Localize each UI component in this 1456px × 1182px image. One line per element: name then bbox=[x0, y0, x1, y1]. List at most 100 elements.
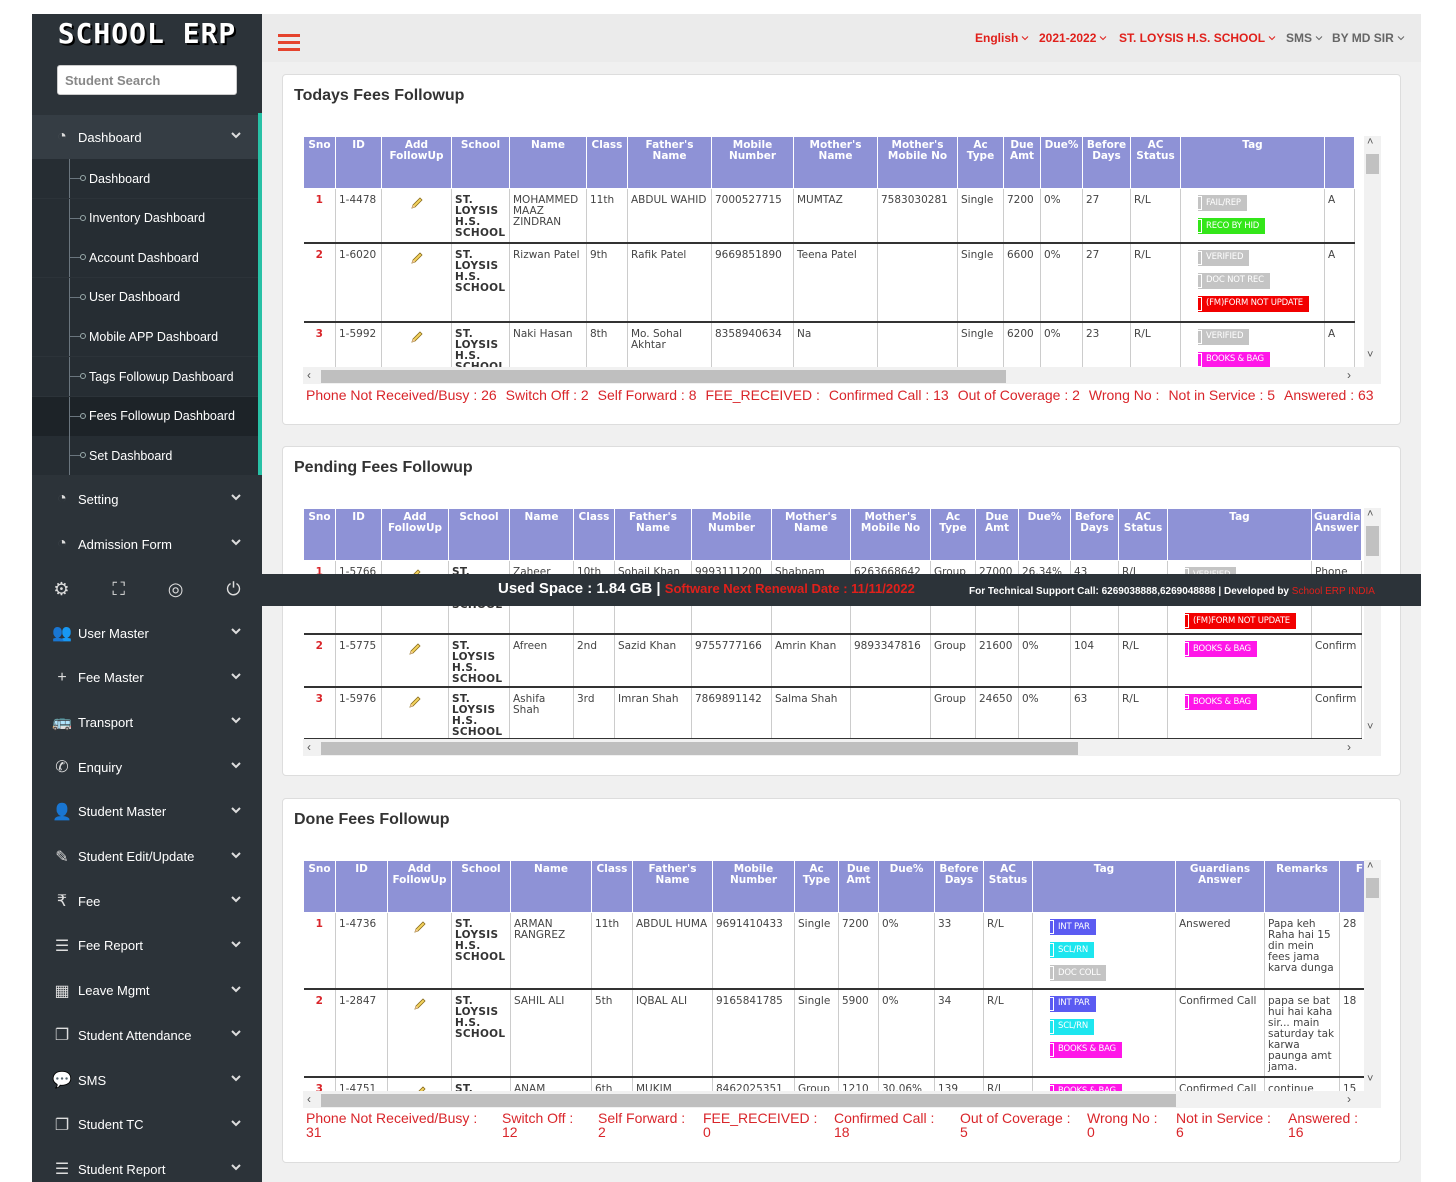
column-header[interactable]: Name bbox=[509, 508, 574, 561]
column-header[interactable]: AC Status bbox=[1130, 136, 1181, 189]
nav-leave-mgmt[interactable]: ▦ Leave Mgmt bbox=[32, 969, 262, 1013]
column-header[interactable]: Mother's Mobile No bbox=[877, 136, 958, 189]
column-header[interactable]: Due% bbox=[878, 860, 935, 913]
sidebar-sub-mobile-app-dashboard[interactable]: Mobile APP Dashboard bbox=[32, 317, 262, 357]
column-header[interactable]: AC Status bbox=[983, 860, 1033, 913]
column-header[interactable]: ID bbox=[335, 136, 382, 189]
fullscreen-icon[interactable]: ⛶ bbox=[112, 579, 125, 600]
add-followup-cell[interactable] bbox=[381, 321, 452, 367]
edit-pencil-icon[interactable] bbox=[407, 694, 423, 710]
hamburger-menu-icon[interactable] bbox=[278, 34, 300, 51]
edit-pencil-icon[interactable] bbox=[409, 250, 425, 266]
column-header[interactable]: Father's Name bbox=[627, 136, 712, 189]
nav-student-master[interactable]: 👤 Student Master bbox=[32, 790, 262, 834]
column-header[interactable]: Tag bbox=[1167, 508, 1312, 561]
column-header[interactable]: School bbox=[448, 508, 510, 561]
column-header[interactable]: Name bbox=[509, 136, 587, 189]
add-followup-cell[interactable] bbox=[381, 687, 449, 739]
nav-student-report[interactable]: ☰ Student Report bbox=[32, 1147, 262, 1182]
column-header[interactable] bbox=[1324, 136, 1355, 189]
nav-dashboard[interactable]: ◔ Dashboard bbox=[32, 115, 262, 159]
nav-transport[interactable]: 🚌 Transport bbox=[32, 700, 262, 744]
column-header[interactable]: Father's Name bbox=[632, 860, 713, 913]
sidebar-sub-set-dashboard[interactable]: Set Dashboard bbox=[32, 436, 262, 476]
nav-sms[interactable]: 💬 SMS bbox=[32, 1058, 262, 1102]
nav-admission-form[interactable]: ◔ Admission Form bbox=[32, 522, 262, 566]
developer-link[interactable]: School ERP INDIA bbox=[1292, 586, 1375, 597]
column-header[interactable]: Mobile Number bbox=[691, 508, 772, 561]
column-header[interactable]: School bbox=[451, 136, 510, 189]
session-dropdown[interactable]: 2021-2022 bbox=[1039, 31, 1107, 45]
column-header[interactable]: Sno bbox=[303, 860, 336, 913]
add-followup-cell[interactable] bbox=[381, 188, 452, 244]
student-search-input[interactable] bbox=[57, 65, 237, 95]
edit-pencil-icon[interactable] bbox=[409, 329, 425, 345]
settings-gear-icon[interactable]: ⚙ bbox=[53, 579, 69, 600]
column-header[interactable]: Ac Type bbox=[957, 136, 1004, 189]
nav-student-edit-update[interactable]: ✎ Student Edit/Update bbox=[32, 835, 262, 879]
nav-setting[interactable]: ◔ Setting bbox=[32, 477, 262, 521]
edit-pencil-icon[interactable] bbox=[412, 996, 428, 1012]
column-header[interactable]: School bbox=[451, 860, 511, 913]
column-header[interactable]: Mother's Name bbox=[793, 136, 878, 189]
column-header[interactable]: Before Days bbox=[934, 860, 984, 913]
column-header[interactable]: Ac Type bbox=[794, 860, 839, 913]
vertical-scrollbar[interactable]: ˄ ˅ bbox=[1364, 860, 1381, 1091]
column-header[interactable]: Mother's Name bbox=[771, 508, 851, 561]
add-followup-cell[interactable] bbox=[387, 988, 452, 1078]
add-followup-cell[interactable] bbox=[387, 1076, 452, 1092]
nav-enquiry[interactable]: ✆ Enquiry bbox=[32, 745, 262, 789]
column-header[interactable]: Due Amt bbox=[1003, 136, 1041, 189]
column-header[interactable]: Before Days bbox=[1082, 136, 1131, 189]
column-header[interactable]: Due% bbox=[1040, 136, 1083, 189]
sidebar-sub-inventory-dashboard[interactable]: Inventory Dashboard bbox=[32, 198, 262, 238]
column-header[interactable]: Class bbox=[573, 508, 615, 561]
add-followup-cell[interactable] bbox=[381, 634, 449, 688]
column-header[interactable]: Add FollowUp bbox=[381, 508, 449, 561]
column-header[interactable]: Sno bbox=[303, 136, 336, 189]
column-header[interactable]: Due Amt bbox=[838, 860, 879, 913]
column-header[interactable]: Class bbox=[591, 860, 633, 913]
add-followup-cell[interactable] bbox=[387, 912, 452, 990]
column-header[interactable]: Mobile Number bbox=[712, 860, 795, 913]
column-header[interactable]: AC Status bbox=[1118, 508, 1168, 561]
column-header[interactable]: Due% bbox=[1018, 508, 1071, 561]
column-header[interactable]: Ac Type bbox=[930, 508, 976, 561]
vertical-scrollbar[interactable]: ˄ ˅ bbox=[1364, 508, 1381, 739]
sidebar-sub-account-dashboard[interactable]: Account Dashboard bbox=[32, 238, 262, 278]
column-header[interactable]: Due Amt bbox=[975, 508, 1019, 561]
column-header[interactable]: Class bbox=[586, 136, 628, 189]
sidebar-sub-user-dashboard[interactable]: User Dashboard bbox=[32, 277, 262, 317]
column-header[interactable]: ID bbox=[335, 860, 388, 913]
horizontal-scrollbar[interactable]: ‹ › bbox=[303, 739, 1381, 756]
edit-pencil-icon[interactable] bbox=[412, 919, 428, 935]
column-header[interactable]: Mobile Number bbox=[711, 136, 794, 189]
column-header[interactable]: Sno bbox=[303, 508, 336, 561]
column-header[interactable]: Add FollowUp bbox=[387, 860, 452, 913]
add-followup-cell[interactable] bbox=[381, 242, 452, 323]
user-dropdown[interactable]: BY MD SIR bbox=[1332, 31, 1405, 45]
column-header[interactable]: Tag bbox=[1180, 136, 1325, 189]
column-header[interactable]: Guardians Answer bbox=[1311, 508, 1374, 561]
power-icon[interactable]: ⏻ bbox=[226, 579, 240, 600]
column-header[interactable]: Add FollowUp bbox=[381, 136, 452, 189]
nav-fee[interactable]: ₹ Fee bbox=[32, 879, 262, 923]
sidebar-sub-fees-followup-dashboard[interactable]: Fees Followup Dashboard bbox=[32, 396, 262, 436]
column-header[interactable]: Name bbox=[510, 860, 592, 913]
column-header[interactable]: ID bbox=[335, 508, 382, 561]
nav-user-master[interactable]: 👥 User Master bbox=[32, 611, 262, 655]
horizontal-scrollbar[interactable]: ‹ › bbox=[303, 367, 1381, 384]
vertical-scrollbar[interactable]: ˄ ˅ bbox=[1364, 136, 1381, 367]
edit-pencil-icon[interactable] bbox=[412, 1084, 428, 1092]
nav-student-tc[interactable]: ❐ Student TC bbox=[32, 1103, 262, 1147]
nav-student-attendance[interactable]: ❐ Student Attendance bbox=[32, 1013, 262, 1057]
sms-dropdown[interactable]: SMS bbox=[1286, 31, 1323, 45]
sidebar-sub-dashboard[interactable]: Dashboard bbox=[32, 159, 262, 198]
column-header[interactable]: Guardians Answer bbox=[1175, 860, 1265, 913]
nav-fee-master[interactable]: + Fee Master bbox=[32, 656, 262, 700]
edit-pencil-icon[interactable] bbox=[407, 641, 423, 657]
column-header[interactable]: Remarks bbox=[1264, 860, 1340, 913]
horizontal-scrollbar[interactable]: ‹ › bbox=[303, 1091, 1381, 1108]
hide-eye-icon[interactable]: ◎ bbox=[168, 579, 184, 600]
language-dropdown[interactable]: English bbox=[975, 31, 1029, 45]
